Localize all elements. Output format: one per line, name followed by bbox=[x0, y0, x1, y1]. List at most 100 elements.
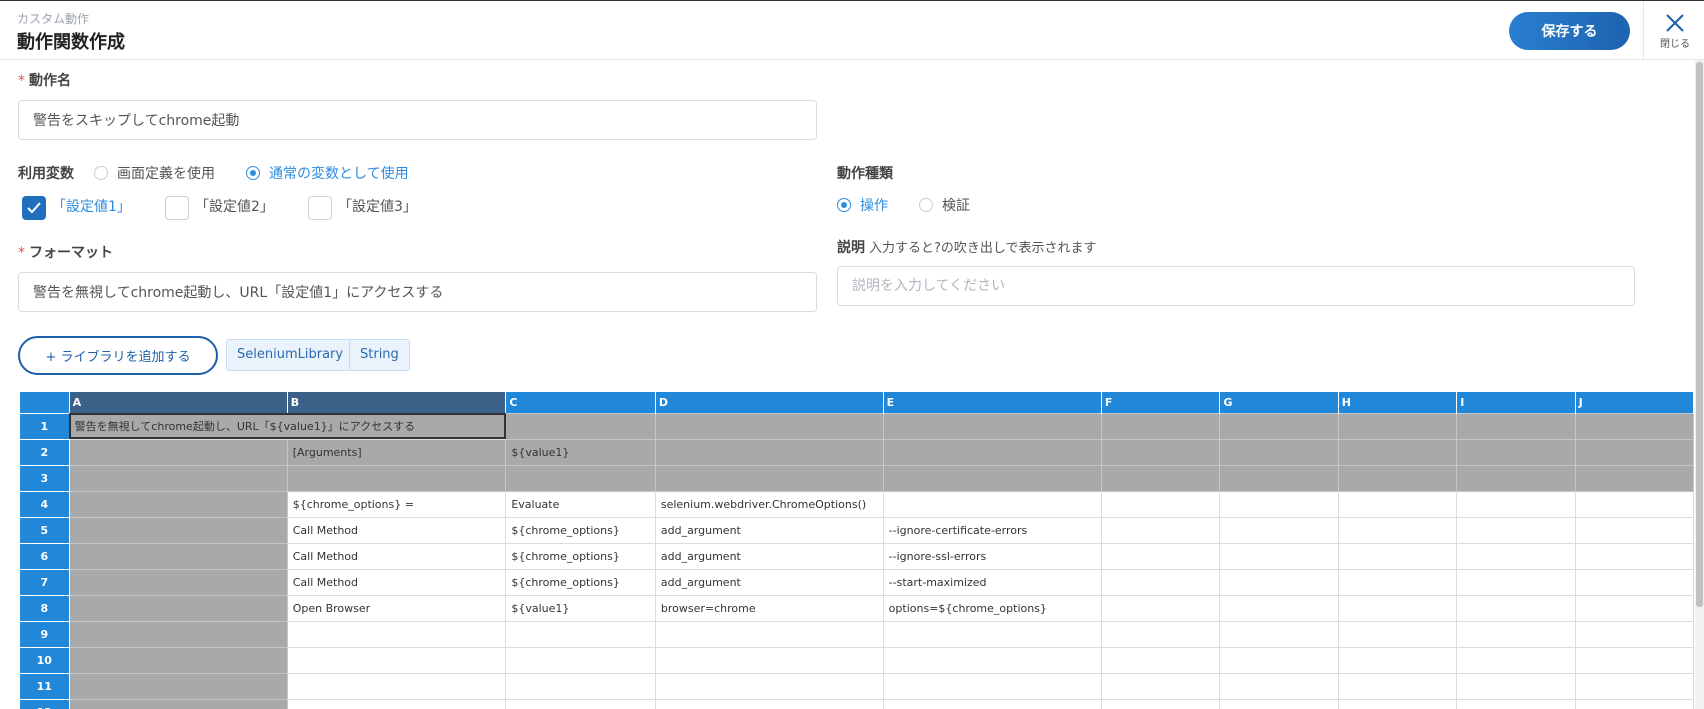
column-header[interactable]: J bbox=[1575, 392, 1694, 413]
grid-cell[interactable] bbox=[1337, 438, 1458, 466]
close-button[interactable]: 閉じる bbox=[1652, 9, 1698, 57]
grid-cell[interactable]: ${chrome_options} bbox=[505, 542, 656, 570]
grid-cell[interactable]: --start-maximized bbox=[882, 568, 1102, 596]
grid-cell[interactable]: [Arguments] bbox=[286, 438, 507, 466]
grid-cell[interactable] bbox=[1100, 646, 1221, 674]
format-input[interactable] bbox=[18, 272, 817, 312]
grid-cell[interactable] bbox=[1337, 568, 1458, 596]
keyword-table[interactable]: A B C D E F G H I J 1 警告を無視してchrome起動し、UR… bbox=[19, 392, 1694, 709]
column-header[interactable]: G bbox=[1219, 392, 1339, 413]
grid-cell[interactable] bbox=[68, 438, 288, 466]
grid-cell[interactable] bbox=[505, 698, 656, 709]
grid-cell[interactable] bbox=[1574, 594, 1694, 622]
radio-screen-definition[interactable]: 画面定義を使用 bbox=[94, 163, 215, 183]
column-header[interactable]: B bbox=[287, 392, 507, 413]
grid-cell[interactable] bbox=[68, 568, 288, 596]
grid-cell[interactable]: ${value1} bbox=[505, 594, 656, 622]
grid-cell[interactable] bbox=[882, 464, 1102, 492]
grid-cell[interactable] bbox=[286, 672, 507, 700]
column-header[interactable]: H bbox=[1338, 392, 1458, 413]
save-button[interactable]: 保存する bbox=[1509, 12, 1630, 50]
grid-cell[interactable] bbox=[1456, 646, 1576, 674]
row-header[interactable]: 8 bbox=[19, 594, 70, 622]
grid-cell[interactable] bbox=[654, 438, 884, 466]
grid-cell[interactable]: add_argument bbox=[654, 542, 884, 570]
grid-cell[interactable] bbox=[1219, 620, 1339, 648]
grid-cell[interactable]: ${chrome_options} bbox=[505, 568, 656, 596]
grid-cell[interactable] bbox=[505, 412, 656, 440]
grid-cell[interactable] bbox=[1456, 464, 1576, 492]
grid-cell[interactable]: ${value1} bbox=[505, 438, 656, 466]
grid-cell[interactable] bbox=[1574, 464, 1694, 492]
checkbox-setting-1[interactable] bbox=[22, 196, 46, 220]
spreadsheet-grid[interactable]: A B C D E F G H I J 1 警告を無視してchrome起動し、UR… bbox=[19, 392, 1694, 709]
grid-cell[interactable] bbox=[505, 672, 656, 700]
row-header[interactable]: 4 bbox=[19, 490, 70, 518]
grid-cell[interactable] bbox=[1456, 490, 1576, 518]
grid-cell[interactable] bbox=[1337, 516, 1458, 544]
grid-cell[interactable] bbox=[1456, 568, 1576, 596]
row-header[interactable]: 2 bbox=[19, 438, 70, 466]
grid-cell[interactable] bbox=[1456, 620, 1576, 648]
grid-cell[interactable] bbox=[1456, 594, 1576, 622]
grid-cell[interactable]: ${chrome_options} = bbox=[286, 490, 507, 518]
grid-cell[interactable] bbox=[654, 620, 884, 648]
grid-cell[interactable] bbox=[286, 620, 507, 648]
column-header[interactable]: F bbox=[1101, 392, 1221, 413]
grid-cell[interactable] bbox=[1574, 516, 1694, 544]
grid-cell[interactable] bbox=[1574, 490, 1694, 518]
grid-cell[interactable] bbox=[1574, 542, 1694, 570]
grid-cell[interactable] bbox=[68, 646, 288, 674]
grid-cell[interactable] bbox=[882, 438, 1102, 466]
row-header[interactable]: 10 bbox=[19, 646, 70, 674]
grid-cell[interactable] bbox=[1100, 620, 1221, 648]
grid-cell[interactable] bbox=[68, 594, 288, 622]
grid-cell[interactable] bbox=[1100, 516, 1221, 544]
grid-cell[interactable] bbox=[1100, 672, 1221, 700]
grid-cell[interactable] bbox=[1337, 698, 1458, 709]
radio-normal-variable[interactable]: 通常の変数として使用 bbox=[246, 163, 409, 183]
grid-cell[interactable]: selenium.webdriver.ChromeOptions() bbox=[654, 490, 884, 518]
row-header[interactable]: 9 bbox=[19, 620, 70, 648]
grid-cell[interactable] bbox=[1219, 698, 1339, 709]
grid-cell[interactable] bbox=[1219, 438, 1339, 466]
grid-cell[interactable] bbox=[882, 412, 1102, 440]
grid-cell[interactable]: Open Browser bbox=[286, 594, 507, 622]
column-header[interactable]: E bbox=[883, 392, 1102, 413]
grid-cell[interactable] bbox=[1219, 646, 1339, 674]
action-name-input[interactable] bbox=[18, 100, 817, 140]
grid-cell[interactable] bbox=[1337, 672, 1458, 700]
grid-cell[interactable] bbox=[505, 646, 656, 674]
grid-cell[interactable]: Call Method bbox=[286, 568, 507, 596]
grid-cell[interactable] bbox=[654, 646, 884, 674]
grid-cell[interactable] bbox=[1574, 620, 1694, 648]
row-header[interactable]: 1 bbox=[19, 412, 70, 440]
grid-cell[interactable] bbox=[1456, 542, 1576, 570]
grid-cell[interactable]: Call Method bbox=[286, 542, 507, 570]
grid-cell[interactable] bbox=[68, 490, 288, 518]
grid-cell[interactable] bbox=[882, 646, 1102, 674]
grid-cell[interactable] bbox=[1337, 490, 1458, 518]
grid-cell[interactable] bbox=[1574, 438, 1694, 466]
grid-cell[interactable] bbox=[1456, 698, 1576, 709]
grid-cell[interactable]: options=${chrome_options} bbox=[882, 594, 1102, 622]
grid-cell[interactable] bbox=[1100, 490, 1221, 518]
grid-cell[interactable] bbox=[1337, 620, 1458, 648]
grid-cell[interactable] bbox=[1219, 542, 1339, 570]
grid-cell[interactable]: add_argument bbox=[654, 568, 884, 596]
grid-cell[interactable] bbox=[68, 672, 288, 700]
grid-cell[interactable] bbox=[1456, 672, 1576, 700]
grid-cell[interactable] bbox=[1219, 464, 1339, 492]
grid-cell[interactable]: 警告を無視してchrome起動し、URL「${value1}」にアクセスする bbox=[68, 412, 507, 440]
column-header[interactable]: A bbox=[69, 392, 288, 413]
column-header[interactable]: D bbox=[655, 392, 884, 413]
grid-cell[interactable] bbox=[654, 412, 884, 440]
radio-verification[interactable]: 検証 bbox=[919, 195, 970, 215]
grid-cell[interactable] bbox=[654, 672, 884, 700]
grid-cell[interactable] bbox=[1574, 568, 1694, 596]
grid-cell[interactable] bbox=[286, 464, 507, 492]
grid-cell[interactable] bbox=[1337, 412, 1458, 440]
grid-cell[interactable] bbox=[882, 698, 1102, 709]
row-header[interactable]: 7 bbox=[19, 568, 70, 596]
grid-cell[interactable] bbox=[68, 542, 288, 570]
